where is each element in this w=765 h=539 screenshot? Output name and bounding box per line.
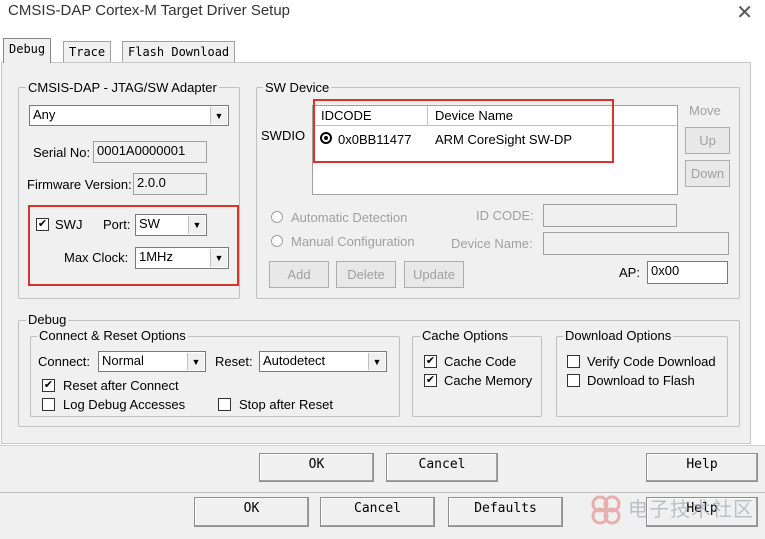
serial-field: 0001A0000001 (93, 141, 207, 163)
cancel-button-inner[interactable]: Cancel (386, 453, 498, 482)
verify-download-label: Verify Code Download (587, 354, 716, 369)
maxclock-label: Max Clock: (64, 250, 129, 265)
chevron-down-icon: ▼ (210, 107, 227, 124)
cache-options-legend: Cache Options (420, 328, 510, 343)
download-options-legend: Download Options (563, 328, 674, 343)
connect-select-value: Normal (102, 353, 144, 368)
chevron-down-icon: ▼ (188, 216, 205, 234)
connect-label: Connect: (38, 354, 91, 369)
cache-code-label: Cache Code (444, 354, 517, 369)
log-debug-label: Log Debug Accesses (63, 397, 186, 412)
swdio-label: SWDIO (261, 128, 306, 143)
ap-input[interactable]: 0x00 (647, 261, 728, 284)
reset-select-value: Autodetect (263, 353, 326, 368)
swj-label: SWJ (55, 217, 83, 232)
update-button[interactable]: Update (404, 261, 464, 288)
reset-label: Reset: (215, 354, 253, 369)
connect-reset-legend: Connect & Reset Options (37, 328, 188, 343)
manual-config-label: Manual Configuration (291, 234, 415, 249)
tab-debug[interactable]: Debug (3, 38, 52, 63)
move-up-button[interactable]: Up (685, 127, 730, 154)
port-select[interactable]: SW ▼ (135, 214, 207, 236)
tab-flash-download[interactable]: Flash Download (122, 41, 236, 62)
port-select-value: SW (139, 216, 160, 231)
swj-checkbox[interactable]: ✔ (36, 218, 49, 231)
watermark-text: 电子技术社区 (628, 497, 754, 521)
ap-label: AP: (619, 265, 640, 280)
delete-button[interactable]: Delete (336, 261, 396, 288)
connect-select[interactable]: Normal ▼ (98, 351, 206, 372)
maxclock-select[interactable]: 1MHz ▼ (135, 247, 229, 269)
move-label: Move (689, 103, 721, 118)
adapter-legend: CMSIS-DAP - JTAG/SW Adapter (26, 80, 219, 95)
device-name-input[interactable] (543, 232, 729, 255)
auto-detect-radio[interactable] (271, 211, 283, 223)
chevron-down-icon: ▼ (210, 249, 227, 267)
adapter-select[interactable]: Any ▼ (29, 105, 229, 126)
idcode-input[interactable] (543, 204, 677, 227)
defaults-button[interactable]: Defaults (448, 497, 563, 527)
window-title: CMSIS-DAP Cortex-M Target Driver Setup (8, 2, 291, 19)
add-button[interactable]: Add (269, 261, 329, 288)
help-button-inner[interactable]: Help (646, 453, 758, 482)
checkmark-icon: ✔ (425, 355, 436, 367)
device-name-label: Device Name: (451, 236, 533, 251)
checkmark-icon: ✔ (43, 379, 54, 391)
auto-detect-label: Automatic Detection (291, 210, 408, 225)
reset-after-connect-checkbox[interactable]: ✔ (42, 379, 55, 392)
serial-label: Serial No: (33, 145, 91, 160)
ok-button-inner[interactable]: OK (259, 453, 374, 482)
port-label: Port: (103, 217, 131, 232)
sw-device-legend: SW Device (263, 80, 332, 95)
log-debug-checkbox[interactable] (42, 398, 55, 411)
chevron-down-icon: ▼ (368, 353, 385, 370)
reset-after-connect-label: Reset after Connect (63, 378, 179, 393)
cache-memory-checkbox[interactable]: ✔ (424, 374, 437, 387)
cancel-button[interactable]: Cancel (320, 497, 435, 527)
firmware-field: 2.0.0 (133, 173, 207, 195)
move-down-button[interactable]: Down (685, 160, 730, 187)
watermark-logo-icon (588, 492, 624, 528)
checkmark-icon: ✔ (37, 218, 48, 230)
ok-button[interactable]: OK (194, 497, 309, 527)
verify-download-checkbox[interactable] (567, 355, 580, 368)
download-flash-checkbox[interactable] (567, 374, 580, 387)
firmware-label: Firmware Version: (27, 177, 132, 192)
chevron-down-icon: ▼ (187, 353, 204, 370)
idcode-label: ID CODE: (476, 208, 534, 223)
cache-memory-label: Cache Memory (444, 373, 533, 388)
tab-trace[interactable]: Trace (63, 41, 112, 62)
cache-code-checkbox[interactable]: ✔ (424, 355, 437, 368)
close-icon[interactable]: ✕ (736, 0, 753, 25)
checkmark-icon: ✔ (425, 374, 436, 386)
debug-legend: Debug (26, 312, 69, 327)
stop-after-reset-checkbox[interactable] (218, 398, 231, 411)
adapter-select-value: Any (33, 107, 56, 122)
download-flash-label: Download to Flash (587, 373, 695, 388)
device-highlight (313, 99, 614, 163)
manual-config-radio[interactable] (271, 235, 283, 247)
maxclock-select-value: 1MHz (139, 249, 173, 264)
reset-select[interactable]: Autodetect ▼ (259, 351, 387, 372)
stop-after-reset-label: Stop after Reset (239, 397, 333, 412)
